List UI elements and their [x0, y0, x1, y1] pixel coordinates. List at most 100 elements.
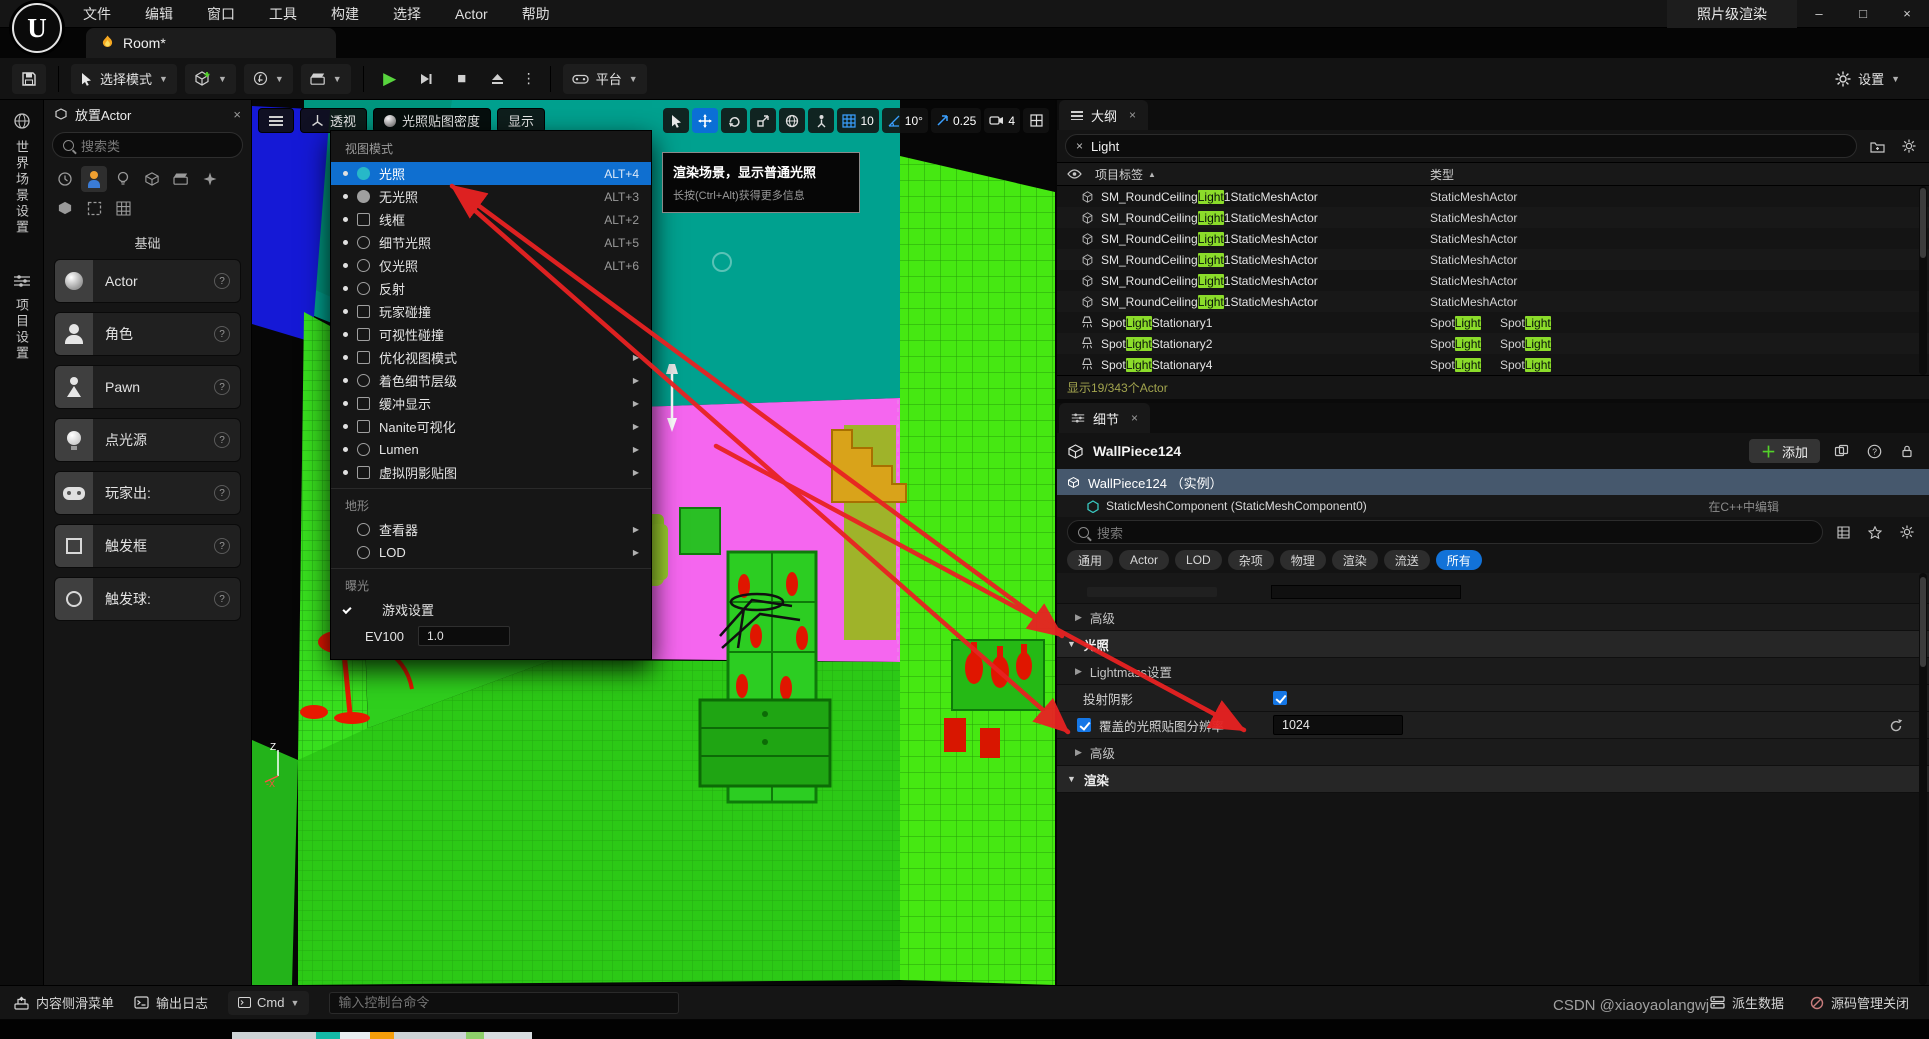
details-search-input[interactable]: 搜索 [1067, 520, 1823, 544]
view-menu-item[interactable]: 缓冲显示▶ [331, 392, 651, 415]
menubar-item[interactable]: 编辑 [128, 0, 190, 28]
outliner-settings-gear-icon[interactable] [1897, 134, 1921, 158]
category-basic-icon[interactable] [81, 166, 107, 192]
category-recent-icon[interactable] [52, 166, 78, 192]
play-options-kebab[interactable]: ⋮ [520, 65, 538, 93]
close-button[interactable]: × [1885, 0, 1929, 28]
lock-icon[interactable] [1895, 439, 1919, 463]
view-menu-item[interactable]: 可视性碰撞 [331, 323, 651, 346]
outliner-row[interactable]: SM_RoundCeilingLight1StaticMeshActorStat… [1057, 207, 1929, 228]
content-drawer-button[interactable]: 内容侧滑菜单 [14, 993, 114, 1012]
collapsed-section-row[interactable]: ▶高级 [1057, 604, 1929, 631]
category-shapes-icon[interactable] [139, 166, 165, 192]
settings-dropdown[interactable]: 设置 ▼ [1826, 64, 1909, 94]
filter-chip[interactable]: 杂项 [1228, 550, 1274, 570]
details-scrollbar[interactable] [1919, 573, 1927, 985]
world-settings-icon[interactable] [13, 112, 31, 130]
view-menu-item[interactable]: 仅光照ALT+6 [331, 254, 651, 277]
world-settings-tab[interactable]: 世界场景设置 [12, 140, 31, 236]
filter-chip[interactable]: 通用 [1067, 550, 1113, 570]
category-lights-icon[interactable] [110, 166, 136, 192]
rotation-snap-button[interactable]: 10° [882, 108, 928, 133]
add-actor-dropdown[interactable]: ▼ [185, 64, 236, 94]
lightmap-resolution-input[interactable]: 1024 [1273, 715, 1403, 735]
surface-snap-button[interactable] [808, 108, 834, 133]
level-tab-room[interactable]: Room* [86, 28, 336, 58]
output-log-button[interactable]: 输出日志 [134, 993, 208, 1012]
menubar-item[interactable]: 工具 [252, 0, 314, 28]
close-icon[interactable]: × [1129, 108, 1136, 122]
derived-data-button[interactable]: 派生数据 [1710, 993, 1784, 1012]
menubar-item[interactable]: Actor [438, 0, 505, 28]
add-component-button[interactable]: ＋ 添加 [1749, 439, 1820, 463]
menubar-item[interactable]: 选择 [376, 0, 438, 28]
place-item-actor[interactable]: Actor [54, 259, 241, 303]
category-header-row[interactable]: ▼渲染 [1057, 766, 1929, 793]
filter-chip[interactable]: Actor [1119, 550, 1169, 570]
collapsed-section-row[interactable]: ▶高级 [1057, 739, 1929, 766]
outliner-row[interactable]: SpotLightStationary4SpotLightSpotLight [1057, 354, 1929, 375]
cinematics-dropdown[interactable]: ▼ [301, 64, 351, 94]
stop-button[interactable]: ■ [448, 65, 476, 93]
view-menu-item[interactable]: 查看器▶ [331, 518, 651, 541]
outliner-scrollbar[interactable] [1919, 186, 1927, 375]
photoreal-render-button[interactable]: 照片级渲染 [1667, 0, 1797, 28]
reset-to-default-icon[interactable] [1889, 718, 1903, 732]
outliner-add-folder-icon[interactable] [1865, 134, 1889, 158]
outliner-row[interactable]: SM_RoundCeilingLight1StaticMeshActorStat… [1057, 249, 1929, 270]
outliner-row[interactable]: SM_RoundCeilingLight1StaticMeshActorStat… [1057, 186, 1929, 207]
outliner-row[interactable]: SM_RoundCeilingLight1StaticMeshActorStat… [1057, 228, 1929, 249]
camera-speed-button[interactable]: 4 [984, 108, 1020, 133]
view-menu-item[interactable]: 细节光照ALT+5 [331, 231, 651, 254]
select-mode-dropdown[interactable]: 选择模式 ▼ [71, 64, 177, 94]
place-item-character[interactable]: 角色 [54, 312, 241, 356]
menubar-item[interactable]: 构建 [314, 0, 376, 28]
outliner-search-field[interactable] [1091, 139, 1846, 154]
outliner-row[interactable]: SpotLightStationary1SpotLightSpotLight [1057, 312, 1929, 333]
outliner-row[interactable]: SM_RoundCeilingLight1StaticMeshActorStat… [1057, 270, 1929, 291]
filter-chip[interactable]: 所有 [1436, 550, 1482, 570]
visibility-eye-icon[interactable] [1067, 169, 1082, 179]
project-settings-tab[interactable]: 项目设置 [12, 298, 31, 362]
close-icon[interactable]: × [1131, 411, 1138, 425]
property-row[interactable]: 投射阴影 [1057, 685, 1929, 712]
selected-instance-row[interactable]: WallPiece124 （实例） [1057, 469, 1929, 495]
maximize-button[interactable]: □ [1841, 0, 1885, 28]
blueprints-dropdown[interactable]: ▼ [244, 64, 293, 94]
clear-search-icon[interactable]: × [1076, 139, 1083, 153]
source-control-button[interactable]: 源码管理关闭 [1810, 993, 1909, 1012]
override-checkbox-checked[interactable] [1077, 718, 1091, 732]
outliner-row[interactable]: SM_RoundCeilingLight1StaticMeshActorStat… [1057, 291, 1929, 312]
display-grid-icon[interactable] [1831, 520, 1855, 544]
edit-blueprint-icon[interactable] [1829, 439, 1853, 463]
save-button[interactable] [12, 64, 46, 94]
scale-snap-button[interactable]: 0.25 [931, 108, 981, 133]
menubar-item[interactable]: 窗口 [190, 0, 252, 28]
view-menu-item[interactable]: Lumen▶ [331, 438, 651, 461]
place-item-trigger-box[interactable]: 触发框 [54, 524, 241, 568]
view-menu-item[interactable]: 玩家碰撞 [331, 300, 651, 323]
view-menu-item[interactable]: 光照ALT+4 [331, 162, 651, 185]
collapsed-section-row[interactable]: ▶Lightmass设置 [1057, 658, 1929, 685]
place-item-point-light[interactable]: 点光源 [54, 418, 241, 462]
play-button[interactable]: ▶ [376, 65, 404, 93]
checkbox-checked[interactable] [1273, 691, 1287, 705]
place-search-input[interactable]: 搜索类 [52, 132, 243, 158]
outliner-tab[interactable]: 大纲 × [1059, 100, 1148, 130]
outliner-search-input[interactable]: × [1065, 134, 1857, 158]
category-visual-icon[interactable] [197, 166, 223, 192]
cmd-dropdown[interactable]: Cmd ▼ [228, 991, 309, 1015]
grid-snap-button[interactable]: 10 [837, 108, 878, 133]
ev100-input[interactable]: 1.0 [418, 626, 510, 646]
rotate-tool-button[interactable] [721, 108, 747, 133]
move-tool-button[interactable] [692, 108, 718, 133]
details-tab[interactable]: 细节 × [1059, 403, 1150, 433]
view-menu-item[interactable]: 线框ALT+2 [331, 208, 651, 231]
view-menu-item[interactable]: 反射 [331, 277, 651, 300]
filter-chip[interactable]: 渲染 [1332, 550, 1378, 570]
project-settings-icon[interactable] [13, 274, 31, 288]
minimize-button[interactable]: – [1797, 0, 1841, 28]
view-menu-item[interactable]: 游戏设置 [331, 598, 651, 621]
view-menu-item[interactable]: 着色细节层级▶ [331, 369, 651, 392]
skip-button[interactable] [412, 65, 440, 93]
